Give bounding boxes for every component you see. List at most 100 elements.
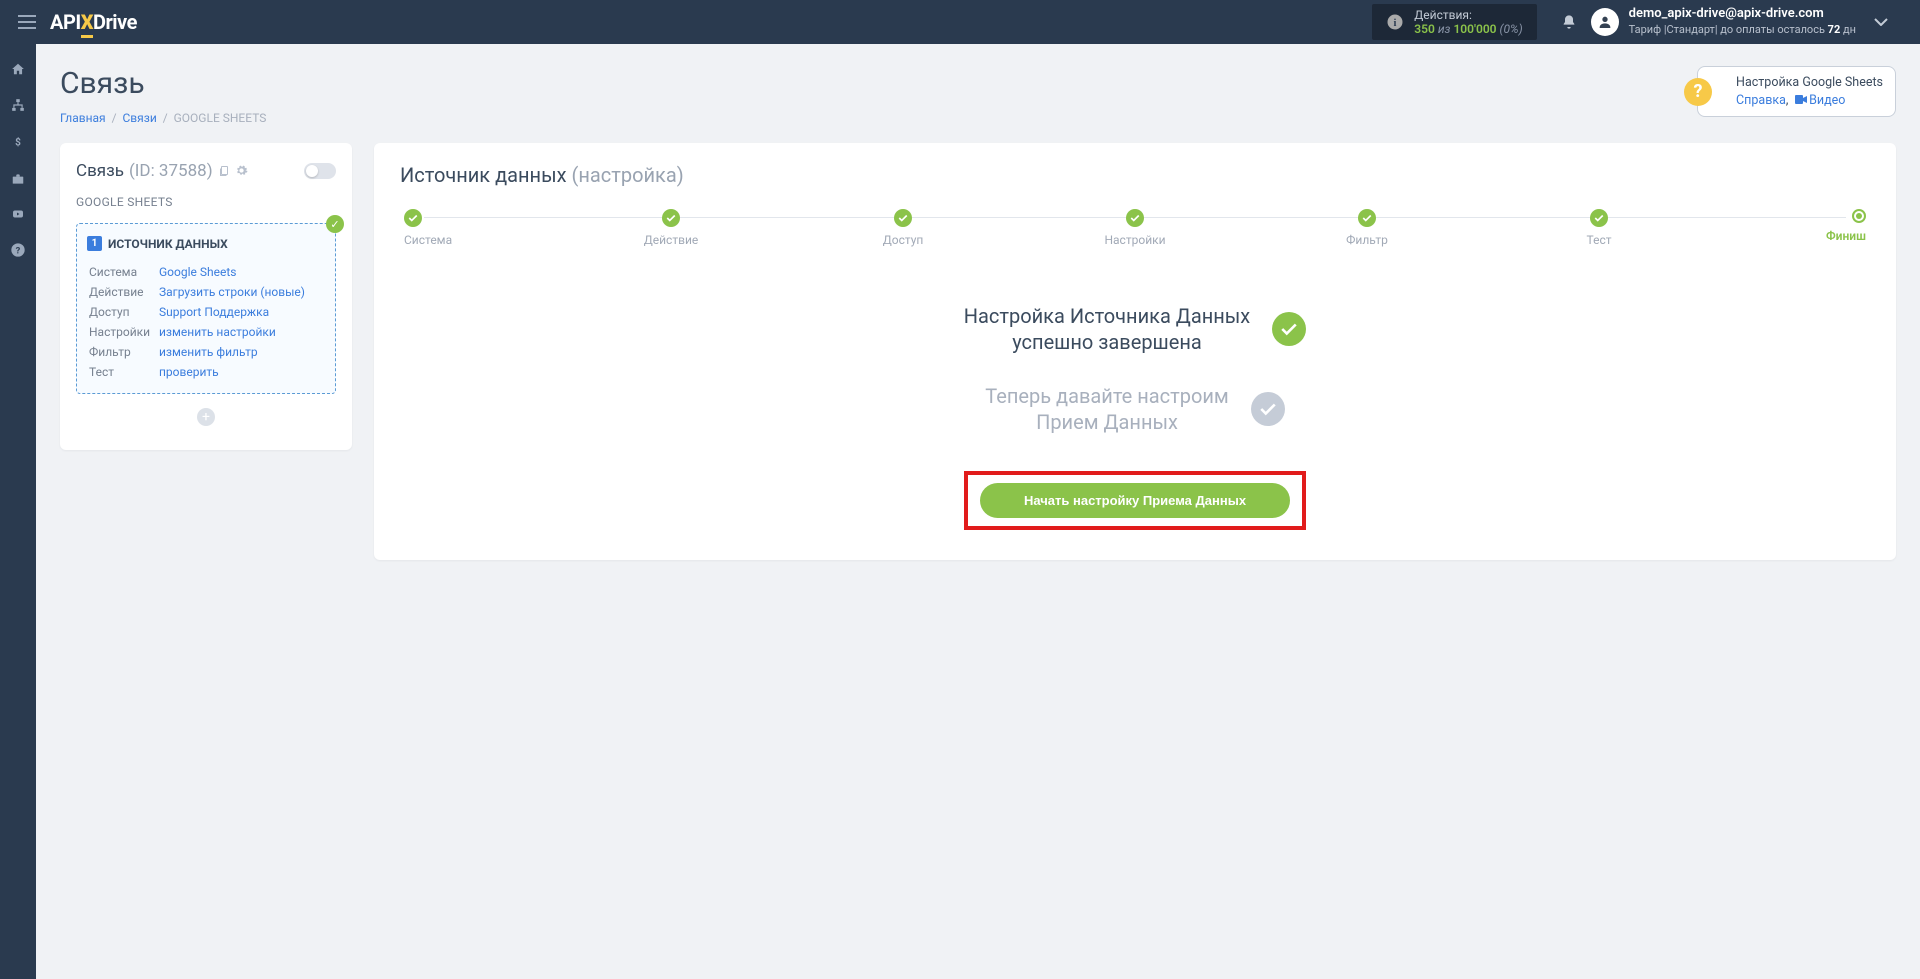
sidebar: $ ?	[0, 44, 36, 979]
user-icon	[1597, 14, 1613, 30]
connection-subtitle: GOOGLE SHEETS	[76, 195, 336, 209]
detail-link[interactable]: проверить	[159, 365, 219, 379]
step-label: Тест	[1587, 233, 1612, 247]
step-label: Система	[404, 233, 452, 247]
detail-key: Система	[89, 263, 157, 281]
dollar-icon: $	[13, 134, 23, 150]
detail-link[interactable]: Google Sheets	[159, 265, 236, 279]
wizard-step[interactable]: Настройки	[1100, 209, 1170, 247]
svg-text:?: ?	[16, 245, 21, 256]
detail-key: Тест	[89, 363, 157, 381]
wizard-step[interactable]: Доступ	[868, 209, 938, 247]
logo-x: X	[81, 10, 93, 38]
step-dot-icon	[1126, 209, 1144, 227]
hamburger-icon	[18, 15, 36, 29]
page-title: Связь	[60, 66, 266, 101]
wizard-step[interactable]: Тест	[1564, 209, 1634, 247]
wizard-card: Источник данных (настройка) Система Дейст…	[374, 143, 1896, 560]
source-box-title: 1 ИСТОЧНИК ДАННЫХ	[87, 236, 325, 251]
detail-link[interactable]: Support Поддержка	[159, 305, 269, 319]
help-badge-icon: ?	[1684, 78, 1712, 106]
video-icon	[1795, 96, 1809, 107]
source-detail-row: Настройкиизменить настройки	[89, 323, 323, 341]
wizard-title: Источник данных (настройка)	[400, 163, 1870, 187]
user-days: 72	[1828, 23, 1841, 36]
source-details-table: СистемаGoogle SheetsДействиеЗагрузить ст…	[87, 261, 325, 383]
detail-link[interactable]: Загрузить строки (новые)	[159, 285, 305, 299]
help-link-docs[interactable]: Справка	[1736, 93, 1786, 108]
connection-title: Связь (ID: 37588)	[76, 161, 248, 181]
start-destination-setup-button[interactable]: Начать настройку Приема Данных	[980, 483, 1290, 518]
step-dot-icon	[1358, 209, 1376, 227]
sidebar-work[interactable]	[10, 172, 26, 186]
actions-of: из	[1438, 22, 1451, 36]
detail-link[interactable]: изменить фильтр	[159, 345, 258, 359]
connection-toggle[interactable]	[304, 163, 336, 179]
check-circle-gray-icon	[1251, 392, 1285, 426]
wizard-step[interactable]: Действие	[636, 209, 706, 247]
status-row-success: Настройка Источника Данных успешно завер…	[400, 303, 1870, 355]
connection-summary-card: Связь (ID: 37588) GOOGLE SHEETS ✓ 1 ИСТО…	[60, 143, 352, 450]
app-header: APIXDrive i Действия: 350 из 100'000 (0%…	[0, 0, 1920, 44]
actions-used: 350	[1414, 22, 1435, 36]
step-label: Фильтр	[1346, 233, 1388, 247]
sidebar-help[interactable]: ?	[10, 242, 26, 258]
sidebar-home[interactable]	[10, 62, 26, 76]
source-detail-row: ДоступSupport Поддержка	[89, 303, 323, 321]
wizard-step[interactable]: Финиш	[1796, 209, 1866, 243]
source-detail-row: СистемаGoogle Sheets	[89, 263, 323, 281]
step-label: Доступ	[883, 233, 924, 247]
source-detail-row: Фильтризменить фильтр	[89, 343, 323, 361]
hamburger-menu[interactable]	[10, 7, 44, 37]
help-link-video[interactable]: Видео	[1809, 93, 1845, 108]
detail-key: Фильтр	[89, 343, 157, 361]
user-days-unit: дн	[1840, 23, 1856, 36]
user-menu[interactable]: demo_apix-drive@apix-drive.com Тариф |Ст…	[1591, 6, 1920, 37]
step-dot-icon	[1852, 209, 1866, 223]
detail-key: Действие	[89, 283, 157, 301]
wizard-step[interactable]: Фильтр	[1332, 209, 1402, 247]
status-success-text: Настройка Источника Данных успешно завер…	[964, 303, 1250, 355]
detail-link[interactable]: изменить настройки	[159, 325, 276, 339]
source-detail-row: Тестпроверить	[89, 363, 323, 381]
briefcase-icon	[10, 172, 26, 186]
actions-label: Действия:	[1414, 8, 1522, 22]
step-label: Настройки	[1104, 233, 1165, 247]
breadcrumb-links[interactable]: Связи	[122, 111, 156, 125]
step-label: Финиш	[1826, 229, 1866, 243]
notifications-bell[interactable]	[1547, 13, 1591, 31]
wizard-steps: Система Действие Доступ Настройки Фильтр Тест…	[400, 209, 1870, 247]
sidebar-billing[interactable]: $	[13, 134, 23, 150]
question-icon: ?	[10, 242, 26, 258]
sidebar-connections[interactable]	[10, 98, 26, 112]
detail-key: Настройки	[89, 323, 157, 341]
detail-key: Доступ	[89, 303, 157, 321]
logo[interactable]: APIXDrive	[50, 10, 137, 34]
home-icon	[10, 62, 26, 76]
user-tariff-line: Тариф |Стандарт| до оплаты осталось 72 д…	[1629, 23, 1856, 37]
step-label: Действие	[644, 233, 699, 247]
status-pending-text: Теперь давайте настроим Прием Данных	[985, 383, 1229, 435]
source-detail-row: ДействиеЗагрузить строки (новые)	[89, 283, 323, 301]
breadcrumb: Главная / Связи / GOOGLE SHEETS	[60, 111, 266, 125]
svg-text:$: $	[15, 135, 21, 148]
step-dot-icon	[1590, 209, 1608, 227]
user-email: demo_apix-drive@apix-drive.com	[1629, 6, 1856, 23]
wizard-step[interactable]: Система	[404, 209, 474, 247]
sidebar-video[interactable]	[10, 208, 26, 220]
highlight-box: Начать настройку Приема Данных	[964, 471, 1306, 530]
connection-id: (ID: 37588)	[129, 161, 213, 181]
header-actions-counter[interactable]: i Действия: 350 из 100'000 (0%)	[1372, 4, 1536, 40]
help-box: ? Настройка Google Sheets Справка, Видео	[1697, 66, 1896, 117]
add-destination-button[interactable]: +	[197, 408, 215, 426]
logo-pre: API	[50, 10, 81, 34]
breadcrumb-home[interactable]: Главная	[60, 111, 106, 125]
step-number-badge: 1	[87, 236, 102, 251]
actions-pct: (0%)	[1500, 22, 1523, 36]
copy-icon[interactable]	[218, 164, 230, 178]
info-icon: i	[1386, 13, 1404, 31]
gear-icon[interactable]	[235, 164, 248, 178]
bell-icon	[1561, 13, 1577, 31]
actions-total: 100'000	[1453, 22, 1496, 36]
breadcrumb-current: GOOGLE SHEETS	[174, 111, 267, 125]
